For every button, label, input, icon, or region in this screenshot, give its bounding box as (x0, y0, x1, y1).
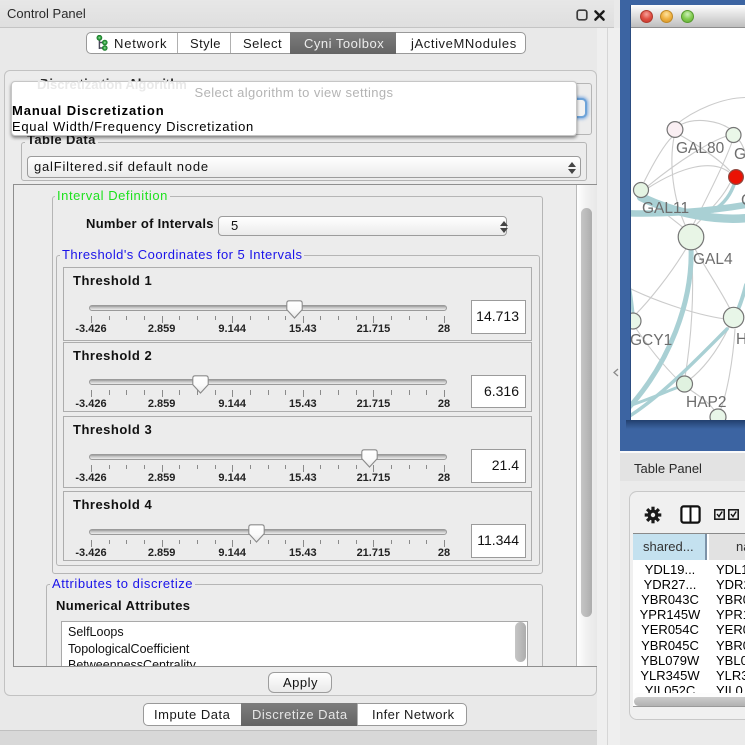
svg-text:HAP2: HAP2 (686, 394, 727, 411)
svg-text:H: H (736, 331, 745, 348)
svg-text:C: C (741, 192, 745, 209)
svg-text:GA: GA (734, 146, 745, 163)
svg-text:GCY1: GCY1 (631, 332, 672, 349)
svg-text:GAL11: GAL11 (642, 200, 689, 217)
svg-text:GAL4: GAL4 (693, 251, 733, 268)
svg-text:GAL80: GAL80 (676, 140, 725, 157)
